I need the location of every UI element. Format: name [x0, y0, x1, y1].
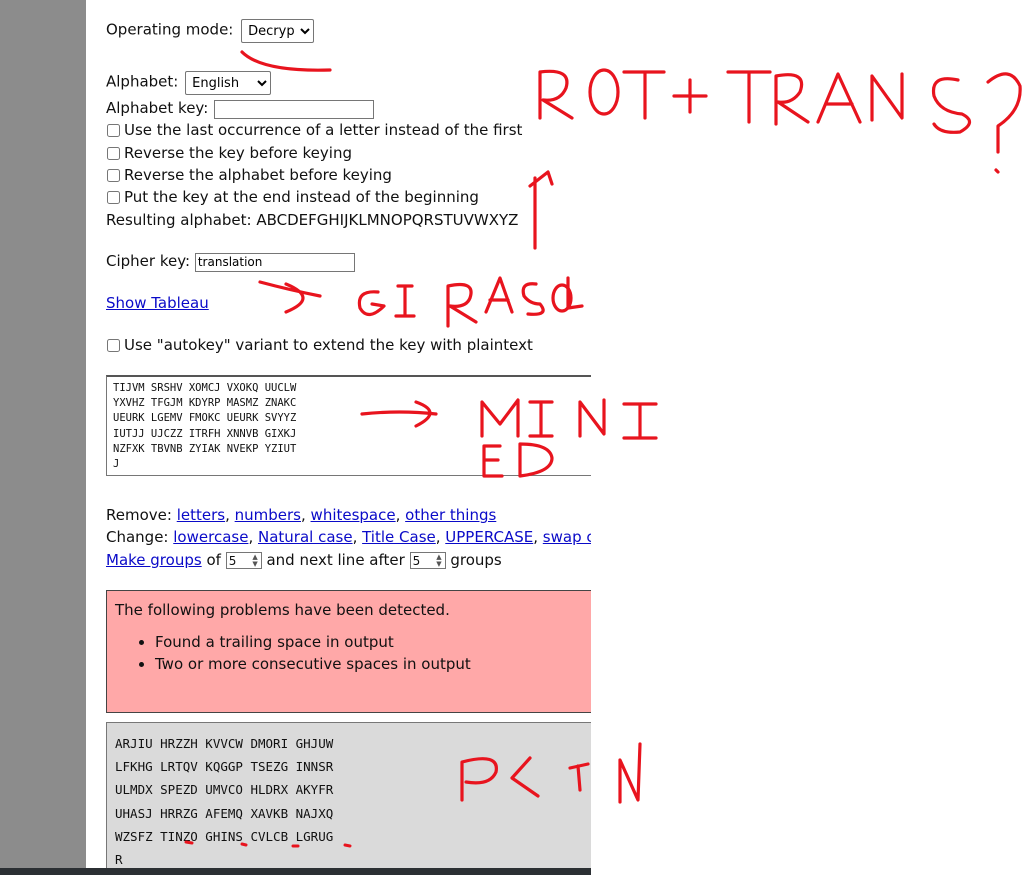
reverse-alphabet-checkbox[interactable]	[107, 169, 120, 182]
last-occurrence-checkbox[interactable]	[107, 124, 120, 137]
uppercase-link[interactable]: UPPERCASE	[445, 528, 533, 546]
reverse-key-checkbox[interactable]	[107, 147, 120, 160]
change-row: Change: lowercase, Natural case, Title C…	[106, 527, 591, 547]
reverse-alphabet-label: Reverse the alphabet before keying	[124, 166, 392, 184]
alphabet-key-input[interactable]	[214, 99, 375, 119]
remove-other-link[interactable]: other things	[405, 506, 496, 524]
alphabet-select[interactable]: English	[185, 71, 272, 95]
make-groups-link[interactable]: Make groups	[106, 551, 202, 569]
remove-label: Remove:	[106, 506, 172, 524]
operating-mode-select[interactable]: Decrypt	[241, 19, 315, 43]
problem-item: Two or more consecutive spaces in output	[155, 653, 471, 675]
problems-title: The following problems have been detecte…	[115, 601, 450, 619]
autokey-checkbox[interactable]	[107, 339, 120, 352]
plaintext-output: ARJIU HRZZH KVVCW DMORI GHJUW LFKHG LRTQ…	[106, 722, 591, 868]
alphabet-row: Alphabet: English	[106, 71, 272, 95]
cipher-key-label: Cipher key:	[106, 252, 191, 270]
operating-mode-label: Operating mode:	[106, 20, 234, 39]
problem-item: Found a trailing space in output	[155, 631, 471, 653]
of-label: of	[206, 551, 221, 569]
operating-mode-row: Operating mode: Decrypt	[106, 19, 315, 43]
grouping-row: Make groups of 5 ▲ ▼ and next line after 5…	[106, 550, 502, 570]
group-size-stepper[interactable]: 5 ▲ ▼	[225, 552, 262, 569]
resulting-alphabet-value: ABCDEFGHIJKLMNOPQRSTUVWXYZ	[256, 211, 519, 229]
problems-list: Found a trailing space in output Two or …	[115, 631, 471, 675]
reverse-key-label: Reverse the key before keying	[124, 144, 352, 162]
option-reverse-key: Reverse the key before keying	[106, 143, 352, 163]
stepper-arrows-icon[interactable]: ▲ ▼	[436, 554, 441, 568]
remove-numbers-link[interactable]: numbers	[235, 506, 301, 524]
autokey-label: Use "autokey" variant to extend the key …	[124, 336, 533, 354]
show-tableau-row: Show Tableau	[106, 293, 209, 313]
option-key-at-end: Put the key at the end instead of the be…	[106, 187, 479, 207]
change-label: Change:	[106, 528, 169, 546]
remove-whitespace-link[interactable]: whitespace	[311, 506, 396, 524]
groups-label: groups	[450, 551, 502, 569]
resulting-alphabet-row: Resulting alphabet: ABCDEFGHIJKLMNOPQRST…	[106, 210, 518, 230]
lowercase-link[interactable]: lowercase	[173, 528, 248, 546]
autokey-row: Use "autokey" variant to extend the key …	[106, 335, 533, 355]
swap-case-link[interactable]: swap case	[543, 528, 591, 546]
groups-per-line-value: 5	[412, 554, 421, 568]
natural-case-link[interactable]: Natural case	[258, 528, 353, 546]
group-size-value: 5	[228, 554, 237, 568]
option-last-occurrence: Use the last occurrence of a letter inst…	[106, 120, 522, 140]
remove-letters-link[interactable]: letters	[177, 506, 225, 524]
key-at-end-checkbox[interactable]	[107, 191, 120, 204]
show-tableau-link[interactable]: Show Tableau	[106, 294, 209, 312]
last-occurrence-label: Use the last occurrence of a letter inst…	[124, 121, 523, 139]
ciphertext-input[interactable]: TIJVM SRSHV XOMCJ VXOKQ UUCLW YXVHZ TFGJ…	[106, 375, 591, 476]
key-at-end-label: Put the key at the end instead of the be…	[124, 188, 479, 206]
title-case-link[interactable]: Title Case	[362, 528, 436, 546]
remove-row: Remove: letters, numbers, whitespace, ot…	[106, 506, 497, 524]
groups-per-line-stepper[interactable]: 5 ▲ ▼	[409, 552, 446, 569]
problems-panel: The following problems have been detecte…	[106, 590, 591, 713]
taskbar-strip	[0, 868, 591, 875]
stepper-arrows-icon[interactable]: ▲ ▼	[252, 554, 257, 568]
resulting-alphabet-label: Resulting alphabet:	[106, 211, 252, 229]
cipher-tool-panel: Operating mode: Decrypt Alphabet: Englis…	[86, 0, 591, 868]
cipher-key-row: Cipher key:	[106, 251, 355, 272]
browser-left-gutter	[0, 0, 86, 875]
alphabet-label: Alphabet:	[106, 72, 179, 91]
alphabet-key-label: Alphabet key:	[106, 99, 209, 117]
annotation-rot-trans	[538, 68, 1022, 174]
cipher-key-input[interactable]	[194, 252, 355, 272]
next-line-label: and next line after	[266, 551, 405, 569]
option-reverse-alphabet: Reverse the alphabet before keying	[106, 165, 392, 185]
alphabet-key-row: Alphabet key:	[106, 98, 375, 119]
